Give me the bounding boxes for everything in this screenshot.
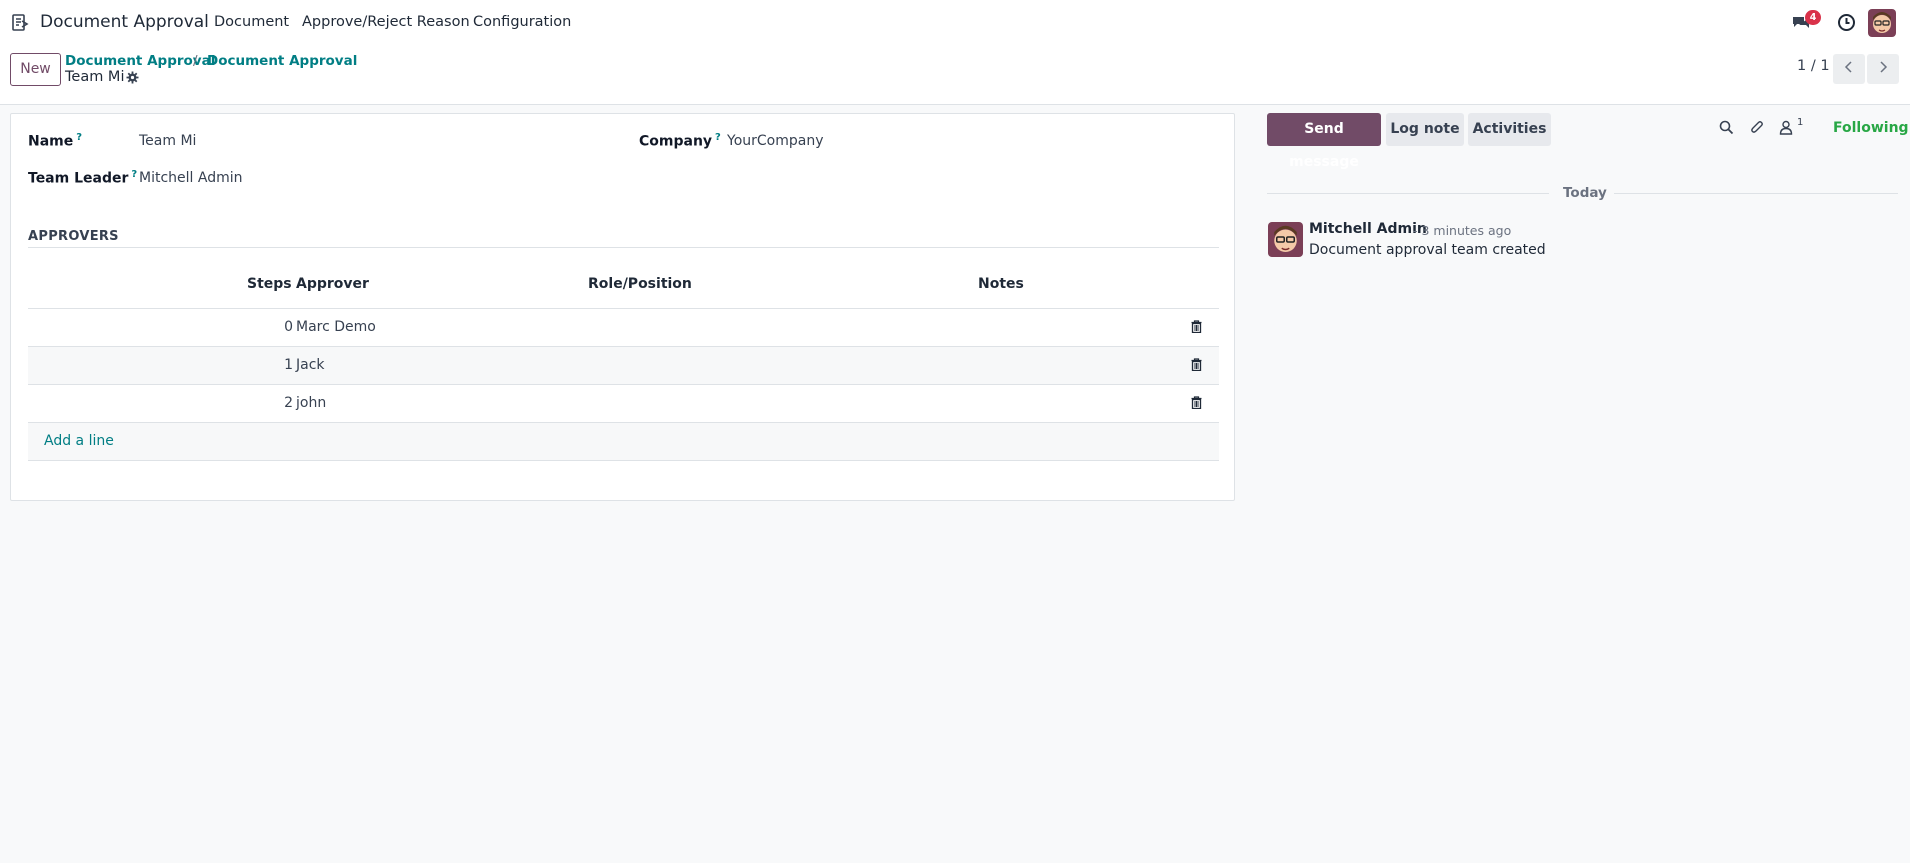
trash-icon[interactable] <box>1191 358 1202 375</box>
top-navbar: Document Approval Document Approve/Rejec… <box>0 0 1910 46</box>
name-field[interactable]: Team Mi <box>139 133 196 149</box>
search-icon[interactable] <box>1719 120 1734 139</box>
name-label: Name? <box>28 132 83 150</box>
add-line-row: Add a line <box>28 423 1219 461</box>
pager-next-button[interactable] <box>1867 54 1899 84</box>
approver-cell: john <box>296 395 327 411</box>
date-divider-right <box>1614 193 1898 194</box>
followers-icon[interactable] <box>1779 120 1793 139</box>
breadcrumb-document-approval-2[interactable]: Document Approval <box>207 53 357 69</box>
gear-icon[interactable] <box>126 71 139 88</box>
pager-value[interactable]: 1 / 1 <box>1797 58 1830 74</box>
step-cell: 2 <box>284 395 293 411</box>
team-leader-field[interactable]: Mitchell Admin <box>139 170 243 186</box>
new-button[interactable]: New <box>10 53 61 86</box>
menu-configuration[interactable]: Configuration <box>473 14 571 30</box>
send-message-button[interactable]: Send message <box>1267 113 1381 170</box>
breadcrumb-separator: / <box>193 53 198 69</box>
following-button[interactable]: Following <box>1833 120 1909 136</box>
column-notes[interactable]: Notes <box>978 276 1024 292</box>
form-sheet: Name? Team Mi Company? YourCompany Team … <box>10 113 1235 501</box>
table-row[interactable]: 0 Marc Demo <box>28 309 1219 347</box>
user-avatar[interactable] <box>1868 9 1896 37</box>
chevron-right-icon <box>1878 61 1888 77</box>
company-label: Company? <box>639 132 721 150</box>
menu-approve-reject-reason[interactable]: Approve/Reject Reason <box>302 14 470 30</box>
date-divider-left <box>1267 193 1549 194</box>
approver-cell: Jack <box>296 357 325 373</box>
date-separator: Today <box>1563 185 1607 201</box>
menu-document[interactable]: Document <box>214 14 289 30</box>
trash-icon[interactable] <box>1191 320 1202 337</box>
clock-icon[interactable] <box>1837 13 1856 36</box>
table-row[interactable]: 2 john <box>28 385 1219 423</box>
activities-button[interactable]: Activities <box>1468 113 1551 146</box>
followers-count: 1 <box>1797 117 1804 128</box>
approver-cell: Marc Demo <box>296 319 376 335</box>
column-steps[interactable]: Steps <box>247 276 292 292</box>
table-row[interactable]: 1 Jack <box>28 347 1219 385</box>
control-panel: New Document Approval / Document Approva… <box>0 46 1910 105</box>
chevron-left-icon <box>1844 61 1854 77</box>
paperclip-icon[interactable] <box>1750 120 1765 139</box>
message-timestamp: - 3 minutes ago <box>1413 223 1512 238</box>
section-divider <box>28 247 1219 248</box>
pager-previous-button[interactable] <box>1833 54 1865 84</box>
step-cell: 0 <box>284 319 293 335</box>
approvers-section-title: APPROVERS <box>28 229 119 244</box>
log-note-button[interactable]: Log note <box>1386 113 1464 146</box>
record-name: Team Mi <box>65 69 125 85</box>
column-approver[interactable]: Approver <box>296 276 369 292</box>
add-a-line-link[interactable]: Add a line <box>44 433 114 449</box>
message-author[interactable]: Mitchell Admin <box>1309 221 1427 237</box>
team-leader-label: Team Leader? <box>28 169 138 187</box>
messages-badge: 4 <box>1805 10 1821 25</box>
app-title[interactable]: Document Approval <box>40 12 209 32</box>
message-body: Document approval team created <box>1309 242 1546 258</box>
step-cell: 1 <box>284 357 293 373</box>
app-icon[interactable] <box>10 13 30 33</box>
column-role-position[interactable]: Role/Position <box>588 276 692 292</box>
trash-icon[interactable] <box>1191 396 1202 413</box>
message-author-avatar[interactable] <box>1268 222 1303 257</box>
company-field[interactable]: YourCompany <box>727 133 824 149</box>
